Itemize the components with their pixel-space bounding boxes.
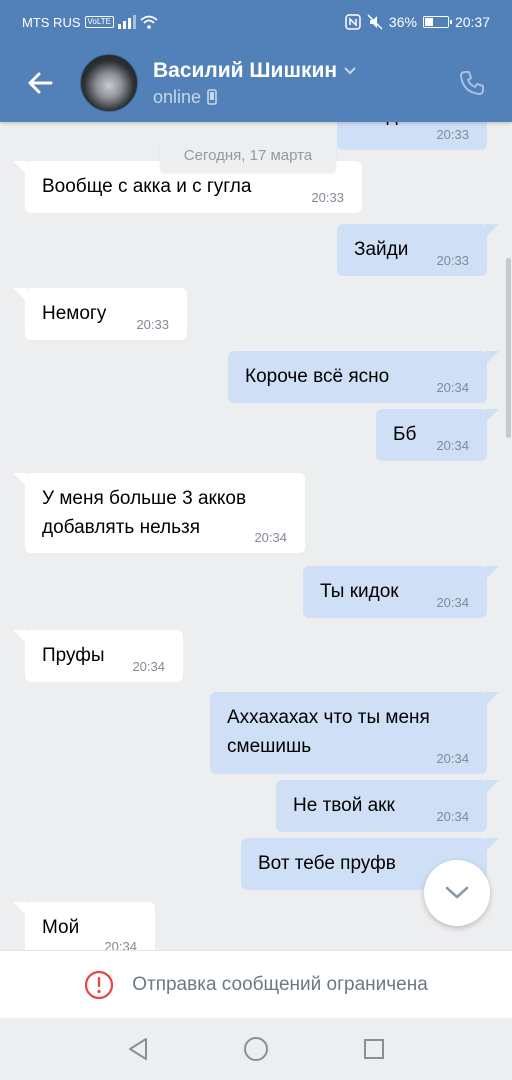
nav-home-button[interactable] — [242, 1035, 270, 1063]
back-arrow-icon — [28, 72, 53, 94]
scroll-down-button[interactable] — [424, 860, 490, 926]
chevron-down-icon — [344, 66, 356, 74]
restriction-text: Отправка сообщений ограничена — [132, 973, 428, 995]
contact-name: Василий Шишкин — [153, 58, 338, 82]
chevron-down-icon — [445, 886, 469, 899]
message-text-line: добавлять нельзя — [42, 517, 200, 538]
carrier-label: MTS RUS — [22, 14, 81, 30]
message-outgoing[interactable]: Зайди 20:33 — [337, 224, 499, 276]
nav-home-icon — [244, 1037, 268, 1061]
battery-icon — [422, 16, 452, 28]
message-outgoing[interactable]: Не твой акк 20:34 — [276, 780, 499, 832]
message-outgoing[interactable]: Короче всё ясно 20:34 — [228, 351, 499, 403]
call-button[interactable] — [432, 44, 512, 122]
status-left: MTS RUS VoLTE — [22, 15, 158, 30]
nav-recents-icon — [364, 1039, 384, 1059]
status-bar: MTS RUS VoLTE 36% 20:37 — [0, 0, 512, 44]
mobile-icon — [207, 89, 217, 105]
message-time: 20:33 — [136, 317, 169, 332]
message-text-line: Аххахахах что ты меня — [227, 707, 430, 728]
message-incoming[interactable]: У меня больше 3 акков добавлять нельзя 2… — [13, 473, 305, 553]
message-text: Вообще с акка и с гугла — [42, 176, 252, 197]
message-time: 20:34 — [104, 939, 137, 950]
message-list[interactable]: Сегодня, 17 марта Зайди 20:33 Вообще с а… — [0, 122, 512, 950]
avatar[interactable] — [80, 54, 138, 112]
message-outgoing[interactable]: Бб 20:34 — [376, 409, 499, 461]
message-outgoing[interactable]: Ты кидок 20:34 — [303, 566, 499, 618]
scrollbar[interactable] — [506, 258, 511, 438]
message-time: 20:34 — [436, 380, 469, 395]
message-outgoing[interactable]: Зайди 20:33 — [337, 122, 487, 150]
battery-percent: 36% — [388, 14, 417, 30]
message-text-line: У меня больше 3 акков — [42, 488, 247, 509]
nav-back-icon — [129, 1038, 147, 1060]
battery-fill — [424, 18, 433, 26]
volte-badge: VoLTE — [84, 16, 114, 28]
nav-recents-button[interactable] — [360, 1035, 388, 1063]
message-incoming[interactable]: Мой 20:34 — [13, 902, 155, 950]
clock: 20:37 — [454, 14, 490, 30]
message-outgoing[interactable]: Аххахахах что ты меня смешишь 20:34 — [210, 692, 499, 774]
message-time: 20:34 — [436, 809, 469, 824]
phone-icon — [460, 71, 484, 95]
message-time: 20:33 — [436, 127, 469, 142]
chat-header: Василий Шишкин online — [0, 44, 512, 122]
nav-back-button[interactable] — [124, 1035, 152, 1063]
back-button[interactable] — [0, 44, 80, 122]
restriction-bar: Отправка сообщений ограничена — [0, 950, 512, 1018]
message-time: 20:34 — [436, 438, 469, 453]
contact-title-block[interactable]: Василий Шишкин online — [153, 59, 357, 108]
message-time: 20:34 — [132, 659, 165, 674]
message-time: 20:34 — [254, 530, 287, 545]
message-time: 20:33 — [436, 253, 469, 268]
system-navbar — [0, 1018, 512, 1080]
date-separator: Сегодня, 17 марта — [160, 137, 336, 173]
warning-icon — [85, 970, 114, 999]
message-time: 20:34 — [436, 751, 469, 766]
nfc-icon — [345, 14, 361, 30]
wifi-icon — [140, 15, 158, 29]
mute-icon — [367, 14, 383, 30]
message-text-line: смешишь — [227, 736, 312, 757]
status-right: 36% 20:37 — [345, 14, 490, 30]
message-time: 20:34 — [436, 595, 469, 610]
message-text: Мой — [42, 917, 80, 938]
message-incoming[interactable]: Немогу 20:33 — [13, 288, 187, 340]
message-time: 20:33 — [311, 190, 344, 205]
contact-status: online — [153, 86, 202, 107]
signal-icon — [117, 15, 136, 29]
message-incoming[interactable]: Пруфы 20:34 — [13, 630, 183, 682]
